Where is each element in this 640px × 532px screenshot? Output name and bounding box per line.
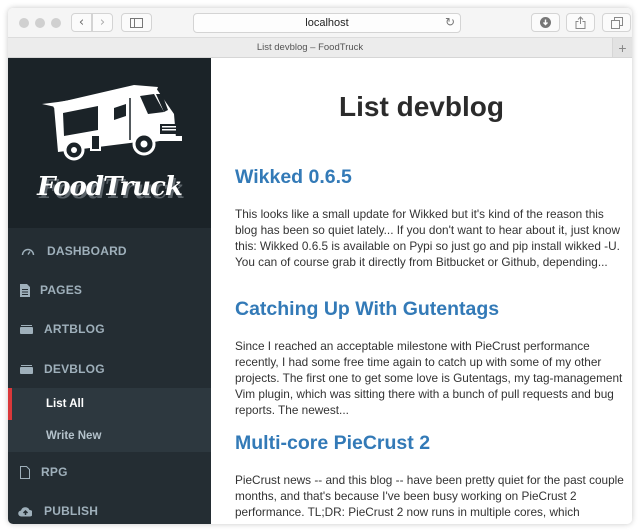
post-title-link[interactable]: Wikked 0.6.5 <box>235 166 625 189</box>
sidebar-item-artblog[interactable]: ARTBLOG <box>8 310 211 348</box>
sidebar-item-pages[interactable]: PAGES <box>8 271 211 309</box>
sidebar-item-rpg[interactable]: RPG <box>8 453 211 491</box>
sidebar-item-label: ARTBLOG <box>44 322 105 336</box>
forward-button[interactable]: › <box>92 13 113 32</box>
browser-toolbar: ‹ › localhost ↻ <box>8 8 632 38</box>
post-excerpt: PieCrust news -- and this blog -- have b… <box>235 473 624 519</box>
minimize-window-button[interactable] <box>35 18 45 28</box>
maximize-window-button[interactable] <box>51 18 61 28</box>
download-button[interactable] <box>531 13 560 32</box>
food-truck-logo-icon <box>42 85 182 161</box>
post-title-link[interactable]: Catching Up With Gutentags <box>235 298 625 321</box>
sidebar-item-devblog[interactable]: DEVBLOG <box>8 350 211 388</box>
sidebar-item-dashboard[interactable]: DASHBOARD <box>8 232 211 270</box>
sidebar-toggle-button[interactable] <box>121 13 152 32</box>
tabs-icon <box>610 16 623 29</box>
post-item: Multi-core PieCrust 2 PieCrust news -- a… <box>235 432 625 520</box>
share-icon <box>575 16 586 29</box>
page-title: List devblog <box>339 91 504 122</box>
file-outline-icon <box>18 465 32 479</box>
share-button[interactable] <box>566 13 595 32</box>
file-text-icon <box>18 283 32 297</box>
submenu-item-label: List All <box>46 398 84 410</box>
tab-title-text: List devblog – FoodTruck <box>256 42 364 53</box>
address-text: localhost <box>305 17 349 29</box>
sidebar: FoodTruck DASHBOARD PAGES ARTBLOG DEVBLO… <box>8 58 211 524</box>
logo[interactable]: FoodTruck <box>8 58 211 228</box>
back-button[interactable]: ‹ <box>71 13 92 32</box>
post-title-link[interactable]: Multi-core PieCrust 2 <box>235 432 625 455</box>
address-bar[interactable]: localhost ↻ <box>193 13 461 33</box>
chevron-right-icon: › <box>99 15 106 30</box>
post-excerpt: This looks like a small update for Wikke… <box>235 207 621 269</box>
active-tab[interactable]: List devblog – FoodTruck <box>8 38 612 57</box>
post-excerpt: Since I reached an acceptable milestone … <box>235 339 623 417</box>
tabs-overview-button[interactable] <box>602 13 631 32</box>
download-icon <box>540 17 551 28</box>
folder-icon <box>19 322 33 336</box>
sidebar-icon <box>130 17 143 28</box>
chevron-left-icon: ‹ <box>78 15 85 30</box>
post-item: Wikked 0.6.5 This looks like a small upd… <box>235 166 625 270</box>
sidebar-item-label: DASHBOARD <box>47 244 127 258</box>
reload-icon[interactable]: ↻ <box>445 15 455 29</box>
post-item: Catching Up With Gutentags Since I reach… <box>235 298 625 418</box>
browser-window: ‹ › localhost ↻ List devblog – FoodTruck… <box>8 8 632 524</box>
cloud-upload-icon <box>18 504 32 518</box>
submenu-item-list-all[interactable]: List All <box>8 388 211 420</box>
main-content: List devblog Wikked 0.6.5 This looks lik… <box>211 58 632 524</box>
tab-bar: List devblog – FoodTruck + <box>8 38 632 58</box>
sidebar-item-publish[interactable]: PUBLISH <box>8 492 211 524</box>
close-window-button[interactable] <box>19 18 29 28</box>
submenu-item-label: Write New <box>46 430 102 442</box>
sidebar-item-label: DEVBLOG <box>44 362 105 376</box>
devblog-submenu: List All Write New <box>8 388 211 452</box>
dashboard-gauge-icon <box>21 244 35 258</box>
new-tab-button[interactable]: + <box>612 38 632 57</box>
folder-icon <box>19 362 33 376</box>
sidebar-item-label: PAGES <box>40 283 83 297</box>
sidebar-item-label: RPG <box>41 465 68 479</box>
plus-icon: + <box>618 39 627 56</box>
logo-text: FoodTruck <box>37 172 183 202</box>
submenu-item-write-new[interactable]: Write New <box>8 420 211 452</box>
sidebar-item-label: PUBLISH <box>44 504 99 518</box>
